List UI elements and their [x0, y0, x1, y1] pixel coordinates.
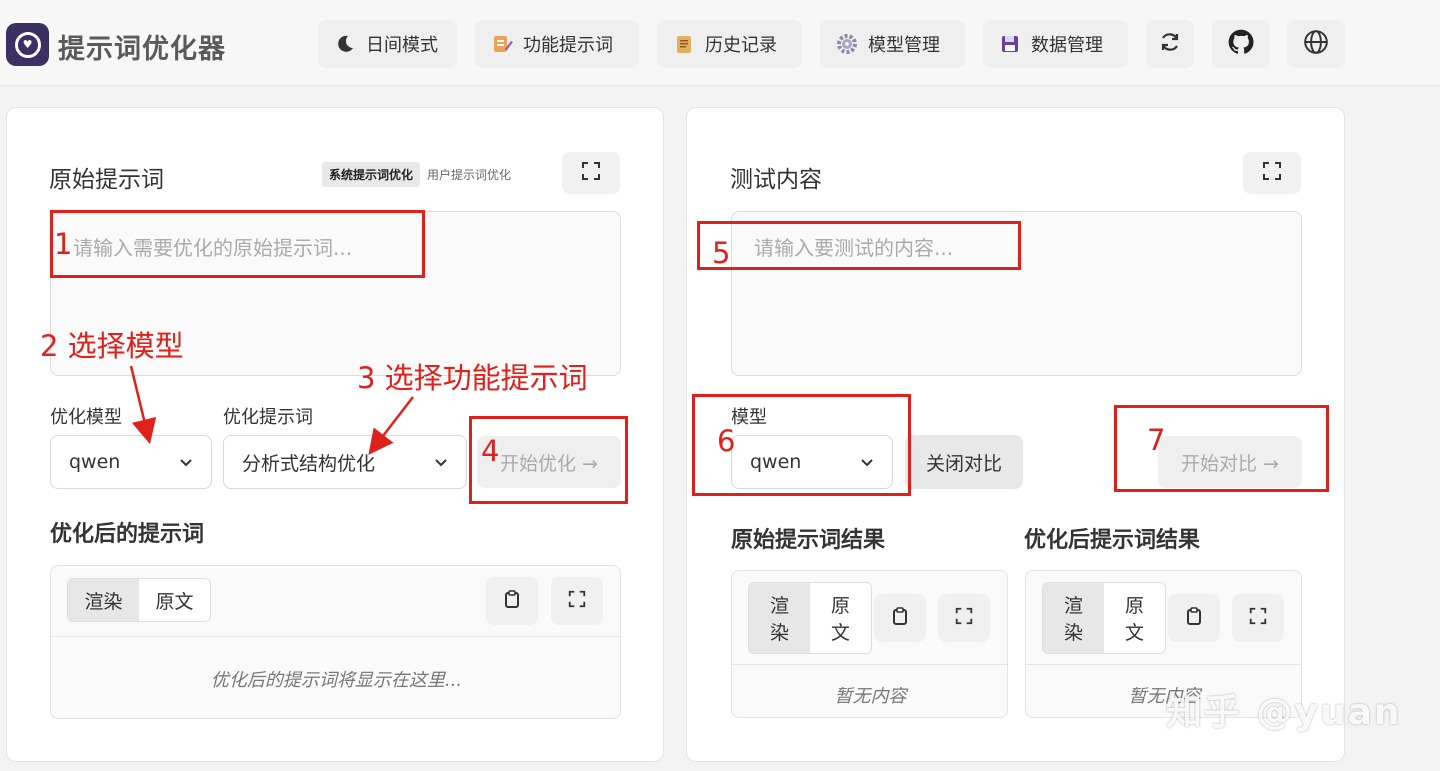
history-button[interactable]: 历史记录	[657, 20, 802, 68]
github-icon	[1227, 28, 1255, 60]
annotation-number-7: 7	[1147, 423, 1166, 457]
optimized-copy-button[interactable]	[1168, 594, 1220, 642]
optimize-mode-tabs: 系统提示词优化 用户提示词优化	[322, 162, 518, 187]
annotation-number-6: 6	[717, 424, 736, 458]
copy-button[interactable]	[486, 577, 538, 625]
optimized-view-raw-button[interactable]: 原文	[1104, 583, 1165, 653]
view-raw-button[interactable]: 原文	[139, 579, 210, 621]
watermark: 知乎 @yuan	[1166, 692, 1402, 733]
close-compare-button[interactable]: 关闭对比	[905, 435, 1023, 489]
optimized-prompt-output: 渲染 原文 优化后的提示词将显示在这里...	[50, 565, 621, 719]
refresh-button[interactable]	[1146, 20, 1194, 68]
edit-note-icon	[491, 33, 513, 55]
original-result-output: 渲染 原文 暂无内容	[731, 570, 1008, 718]
app-header: ♥ 提示词优化器 日间模式 功能提示词 历史记录 模型管理 数据管理	[0, 0, 1440, 86]
original-view-toggle: 渲染 原文	[748, 582, 872, 654]
optimize-prompt-value: 分析式结构优化	[242, 452, 376, 475]
output-placeholder: 优化后的提示词将显示在这里...	[210, 670, 463, 691]
heart-icon: ♥	[14, 31, 41, 58]
model-manage-button[interactable]: 模型管理	[820, 20, 965, 68]
chevron-down-icon	[434, 451, 448, 473]
optimized-result-title: 优化后提示词结果	[1024, 528, 1201, 553]
optimize-prompt-select[interactable]: 分析式结构优化	[223, 435, 467, 489]
original-copy-button[interactable]	[874, 594, 926, 642]
clipboard-icon	[891, 606, 909, 630]
globe-icon	[1303, 29, 1329, 59]
expand-output-button[interactable]	[551, 577, 603, 625]
day-mode-button[interactable]: 日间模式	[318, 20, 457, 68]
optimize-model-value: qwen	[69, 451, 121, 473]
github-button[interactable]	[1212, 20, 1270, 68]
optimized-expand-button[interactable]	[1232, 594, 1284, 642]
optimized-view-toggle: 渲染 原文	[1042, 582, 1166, 654]
expand-icon	[954, 606, 974, 630]
data-manage-button[interactable]: 数据管理	[983, 20, 1128, 68]
model-manage-label: 模型管理	[868, 35, 940, 56]
annotation-number-4: 4	[481, 434, 500, 468]
view-toggle: 渲染 原文	[67, 578, 211, 622]
annotation-label-2: 2 选择模型	[40, 329, 184, 363]
expand-icon	[580, 160, 602, 186]
expand-icon	[567, 589, 587, 613]
optimized-prompt-title: 优化后的提示词	[50, 522, 205, 547]
data-manage-label: 数据管理	[1031, 35, 1103, 56]
day-mode-label: 日间模式	[366, 35, 438, 56]
floppy-disk-icon	[999, 33, 1021, 55]
annotation-box-1	[50, 210, 425, 278]
gear-icon	[836, 33, 858, 55]
annotation-number-5: 5	[712, 236, 731, 270]
original-view-raw-button[interactable]: 原文	[810, 583, 871, 653]
scroll-icon	[673, 33, 695, 55]
test-content-title: 测试内容	[730, 167, 822, 193]
clipboard-icon	[1185, 606, 1203, 630]
optimized-result-toolbar: 渲染 原文	[1026, 571, 1301, 665]
tab-system-prompt[interactable]: 系统提示词优化	[322, 162, 421, 187]
original-result-title: 原始提示词结果	[731, 528, 886, 553]
optimized-view-render-button[interactable]: 渲染	[1043, 583, 1104, 653]
view-render-button[interactable]: 渲染	[68, 579, 139, 621]
annotation-label-3: 3 选择功能提示词	[357, 361, 588, 395]
original-view-render-button[interactable]: 渲染	[749, 583, 810, 653]
moon-icon	[334, 33, 356, 55]
tab-user-prompt[interactable]: 用户提示词优化	[420, 162, 518, 187]
output-toolbar: 渲染 原文	[51, 566, 620, 637]
clipboard-icon	[503, 589, 521, 613]
optimize-model-select[interactable]: qwen	[50, 435, 212, 489]
expand-test-input-button[interactable]	[1243, 152, 1301, 194]
refresh-icon	[1158, 30, 1182, 58]
original-prompt-title: 原始提示词	[49, 167, 164, 193]
expand-icon	[1261, 160, 1283, 186]
function-prompts-label: 功能提示词	[523, 35, 613, 56]
history-label: 历史记录	[705, 35, 777, 56]
app-title: 提示词优化器	[58, 34, 226, 65]
annotation-number-1: 1	[54, 227, 73, 261]
chevron-down-icon	[179, 451, 193, 473]
original-result-empty: 暂无内容	[834, 686, 907, 707]
original-result-toolbar: 渲染 原文	[732, 571, 1007, 665]
optimize-prompt-label: 优化提示词	[223, 407, 313, 428]
expand-icon	[1248, 606, 1268, 630]
language-button[interactable]	[1287, 20, 1345, 68]
app-logo: ♥	[6, 23, 49, 66]
expand-input-button[interactable]	[562, 152, 620, 194]
annotation-box-5	[697, 221, 1021, 270]
optimize-model-label: 优化模型	[50, 407, 122, 428]
function-prompts-button[interactable]: 功能提示词	[475, 20, 639, 68]
original-expand-button[interactable]	[938, 594, 990, 642]
